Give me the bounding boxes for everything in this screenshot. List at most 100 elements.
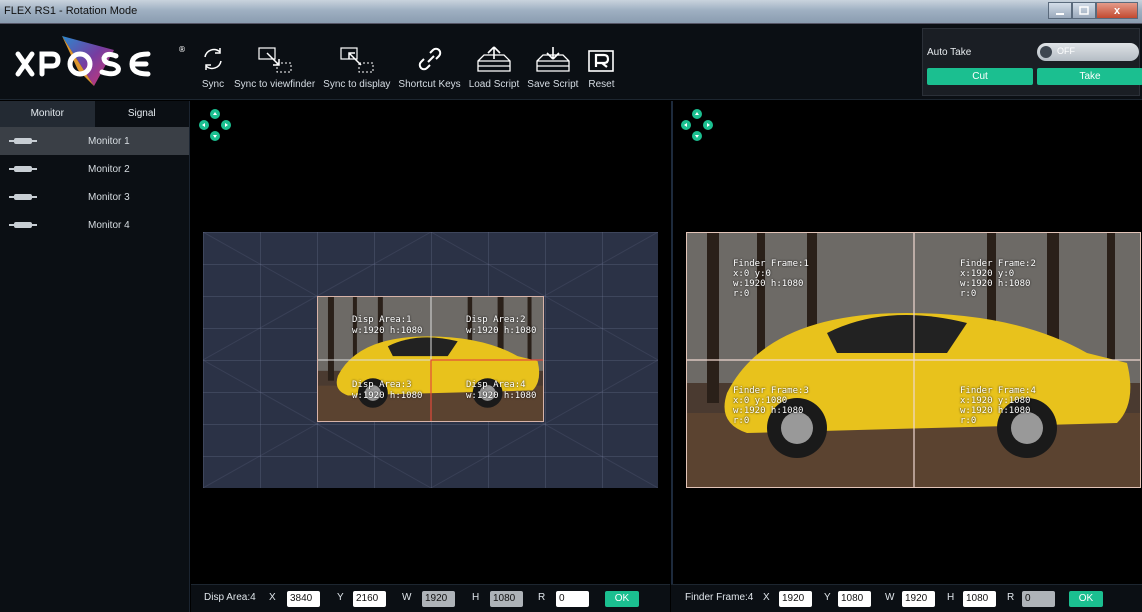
save-script-button[interactable]: Save Script (523, 30, 582, 90)
finder-frame-4-label: Finder Frame:4 x:1920 y:1080 w:1920 h:10… (960, 386, 1036, 426)
link-icon (418, 47, 441, 71)
disp-area-3-size: w:1920 h:1080 (352, 391, 423, 401)
finder-frame-3-rot: r:0 (733, 416, 750, 426)
w-label: W (885, 592, 895, 603)
disp-h-input[interactable]: 1080 (490, 591, 523, 607)
finder-frame-2-size: w:1920 h:1080 (960, 279, 1031, 289)
finder-frame-3-size: w:1920 h:1080 (733, 406, 804, 416)
window-title: FLEX RS1 - Rotation Mode (4, 5, 138, 17)
maximize-button[interactable] (1072, 2, 1096, 19)
finder-frame-3-pos: x:0 y:1080 (733, 396, 788, 406)
finder-frame-4-size: w:1920 h:1080 (960, 406, 1031, 416)
auto-take-toggle[interactable]: OFF (1037, 43, 1139, 61)
sidebar: Monitor Signal Monitor 1 Monitor 2 Monit… (0, 101, 190, 612)
disp-ok-button[interactable]: OK (605, 591, 639, 607)
sidebar-item-monitor-1[interactable]: Monitor 1 (0, 127, 189, 155)
toolbar: Sync Sync to viewfinder Sync to display … (196, 30, 620, 94)
sync-to-display-button[interactable]: Sync to display (319, 30, 394, 90)
sidebar-item-monitor-2[interactable]: Monitor 2 (0, 155, 189, 183)
finder-y-input[interactable]: 1080 (838, 591, 871, 607)
sync-to-viewfinder-button[interactable]: Sync to viewfinder (230, 30, 319, 90)
r-label: R (538, 592, 546, 603)
connector-icon (9, 166, 37, 172)
finder-r-input[interactable]: 0 (1022, 591, 1055, 607)
disp-area-1-size: w:1920 h:1080 (352, 326, 423, 336)
save-script-label: Save Script (527, 79, 579, 90)
maximize-icon (1079, 6, 1089, 15)
finder-frame-2-pos: x:1920 y:0 (960, 269, 1015, 279)
shortcut-keys-button[interactable]: Shortcut Keys (394, 30, 464, 90)
finder-frame-2-label: Finder Frame:2 x:1920 y:0 w:1920 h:1080 … (960, 259, 1036, 299)
finder-frame-1-title: Finder Frame:1 (733, 259, 809, 269)
take-button[interactable]: Take (1037, 68, 1142, 85)
xpose-logo: ® (15, 36, 186, 86)
sidebar-item-label: Monitor 1 (88, 135, 130, 147)
dpad-icon[interactable] (193, 105, 233, 145)
sync-to-viewfinder-icon (257, 47, 292, 73)
viewfinder-source-image[interactable]: Finder Frame:1 x:0 y:0 w:1920 h:1080 r:0… (686, 232, 1141, 488)
h-label: H (947, 592, 955, 603)
dpad-icon[interactable] (675, 105, 715, 145)
finder-h-input[interactable]: 1080 (963, 591, 996, 607)
connector-icon (9, 222, 37, 228)
sidebar-item-monitor-4[interactable]: Monitor 4 (0, 211, 189, 239)
disp-area-2-size: w:1920 h:1080 (466, 326, 537, 336)
y-label: Y (337, 592, 344, 603)
x-label: X (269, 592, 276, 603)
disp-area-2-title: Disp Area:2 (466, 315, 526, 325)
sidebar-item-monitor-3[interactable]: Monitor 3 (0, 183, 189, 211)
display-panel: Disp Area:1 w:1920 h:1080 Disp Area:2 w:… (191, 101, 670, 584)
finder-w-input[interactable]: 1920 (902, 591, 935, 607)
disp-area-3-title: Disp Area:3 (352, 380, 412, 390)
disp-area-1-title: Disp Area:1 (352, 315, 412, 325)
save-script-icon (536, 47, 570, 72)
disp-y-input[interactable]: 2160 (353, 591, 386, 607)
cut-button[interactable]: Cut (927, 68, 1033, 85)
load-script-icon (477, 46, 511, 72)
finder-ok-button[interactable]: OK (1069, 591, 1103, 607)
finder-frame-2-rot: r:0 (960, 289, 977, 299)
finder-frame-3-title: Finder Frame:3 (733, 386, 809, 396)
disp-area-4-size: w:1920 h:1080 (466, 391, 537, 401)
finder-frame-2-title: Finder Frame:2 (960, 259, 1036, 269)
reset-label: Reset (588, 79, 615, 90)
y-label: Y (824, 592, 831, 603)
sidebar-tabs: Monitor Signal (0, 101, 189, 127)
connector-icon (9, 138, 37, 144)
disp-area-4-title: Disp Area:4 (466, 380, 526, 390)
finder-frame-3-label: Finder Frame:3 x:0 y:1080 w:1920 h:1080 … (733, 386, 809, 426)
tab-monitor[interactable]: Monitor (0, 101, 95, 127)
h-label: H (472, 592, 480, 603)
disp-area-controls: Disp Area:4 X 3840 Y 2160 W 1920 H 1080 … (191, 584, 670, 612)
auto-take-panel: Auto Take OFF Cut Take (922, 28, 1142, 96)
load-script-button[interactable]: Load Script (465, 30, 524, 90)
sync-label: Sync (201, 79, 225, 90)
sidebar-item-label: Monitor 3 (88, 191, 130, 203)
display-source-image[interactable]: Disp Area:1 w:1920 h:1080 Disp Area:2 w:… (317, 296, 544, 422)
title-bar: FLEX RS1 - Rotation Mode x (0, 0, 1142, 24)
reset-icon (588, 50, 615, 72)
svg-text:®: ® (178, 45, 186, 54)
sidebar-item-label: Monitor 4 (88, 219, 130, 231)
toggle-state-label: OFF (1057, 46, 1075, 56)
r-label: R (1007, 592, 1015, 603)
reset-button[interactable]: Reset (582, 30, 620, 90)
window-controls: x (1048, 2, 1138, 19)
toggle-knob (1040, 46, 1052, 58)
sync-button[interactable]: Sync (196, 30, 230, 90)
sync-to-display-label: Sync to display (323, 79, 391, 90)
minimize-icon (1056, 13, 1064, 15)
close-button[interactable]: x (1096, 2, 1138, 19)
connector-icon (9, 194, 37, 200)
disp-r-input[interactable]: 0 (556, 591, 589, 607)
finder-frame-1-pos: x:0 y:0 (733, 269, 771, 279)
minimize-button[interactable] (1048, 2, 1072, 19)
finder-frame-4-title: Finder Frame:4 (960, 386, 1036, 396)
disp-area-name: Disp Area:4 (204, 592, 256, 603)
tab-signal[interactable]: Signal (94, 101, 189, 127)
finder-x-input[interactable]: 1920 (779, 591, 812, 607)
disp-w-input[interactable]: 1920 (422, 591, 455, 607)
disp-x-input[interactable]: 3840 (287, 591, 320, 607)
app-window: FLEX RS1 - Rotation Mode x ® Sync Sync t… (0, 0, 1142, 612)
finder-frame-4-pos: x:1920 y:1080 (960, 396, 1031, 406)
